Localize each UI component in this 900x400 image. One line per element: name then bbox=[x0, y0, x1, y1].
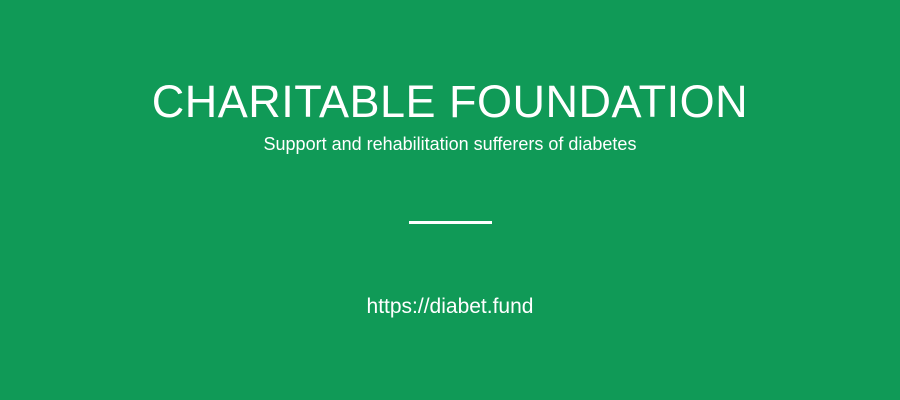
banner-subtitle: Support and rehabilitation sufferers of … bbox=[263, 134, 637, 154]
website-url: https://diabet.fund bbox=[366, 295, 534, 318]
foundation-banner: CHARITABLE FOUNDATION Support and rehabi… bbox=[0, 0, 900, 400]
divider-line bbox=[409, 221, 492, 224]
banner-title: CHARITABLE FOUNDATION bbox=[151, 76, 749, 127]
